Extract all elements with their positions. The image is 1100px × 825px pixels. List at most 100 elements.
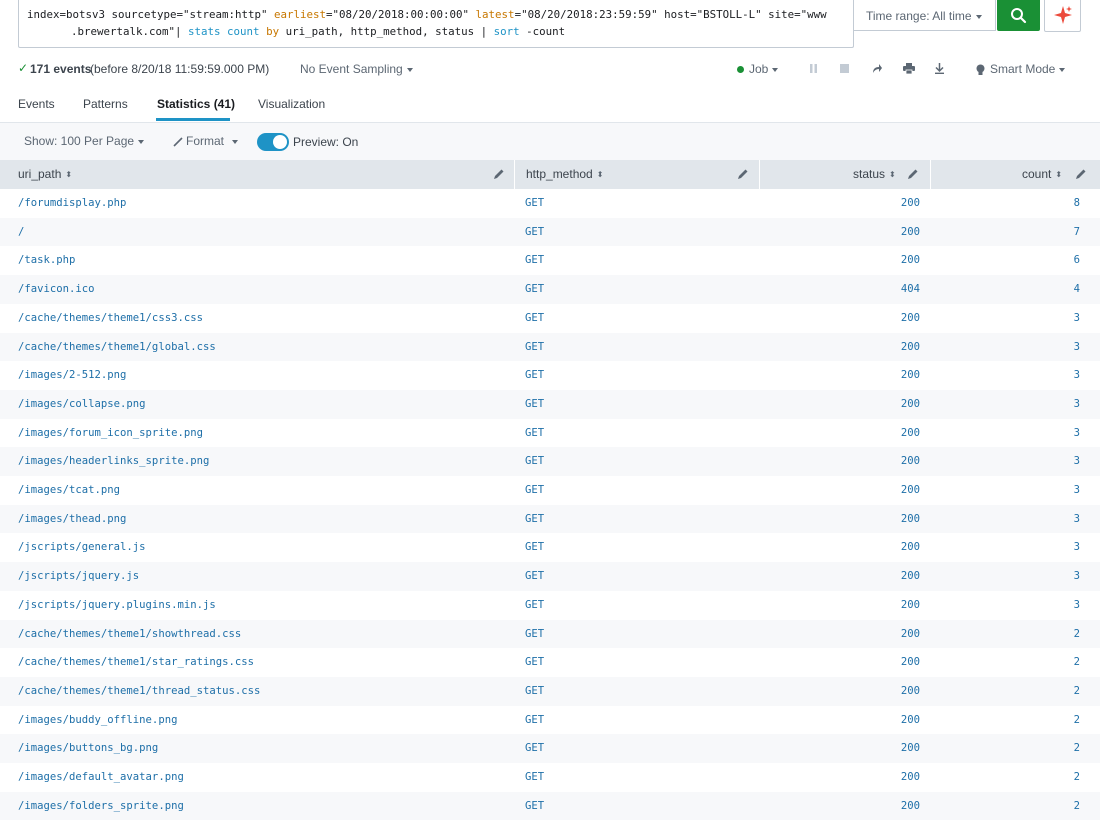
status-cell[interactable]: 200 — [760, 189, 920, 218]
count-cell[interactable]: 3 — [930, 533, 1080, 562]
share-icon[interactable] — [872, 63, 883, 74]
count-cell[interactable]: 2 — [930, 734, 1080, 763]
http-method-cell[interactable]: GET — [525, 246, 544, 275]
uri-path-cell[interactable]: /images/collapse.png — [18, 390, 146, 419]
http-method-cell[interactable]: GET — [525, 333, 544, 362]
count-cell[interactable]: 3 — [930, 476, 1080, 505]
http-method-cell[interactable]: GET — [525, 591, 544, 620]
count-cell[interactable]: 4 — [930, 275, 1080, 304]
status-cell[interactable]: 200 — [760, 246, 920, 275]
uri-path-cell[interactable]: /favicon.ico — [18, 275, 95, 304]
uri-path-cell[interactable]: /cache/themes/theme1/showthread.css — [18, 620, 241, 649]
column-header-count[interactable]: count ⬍ — [1022, 160, 1062, 189]
uri-path-cell[interactable]: /jscripts/jquery.js — [18, 562, 139, 591]
count-cell[interactable]: 6 — [930, 246, 1080, 275]
http-method-cell[interactable]: GET — [525, 792, 544, 821]
count-cell[interactable]: 2 — [930, 706, 1080, 735]
column-header-status[interactable]: status ⬍ — [853, 160, 896, 189]
uri-path-cell[interactable]: /images/thead.png — [18, 505, 126, 534]
tab-events[interactable]: Events — [18, 97, 55, 111]
tab-statistics[interactable]: Statistics (41) — [157, 97, 235, 111]
uri-path-cell[interactable]: /images/forum_icon_sprite.png — [18, 419, 203, 448]
uri-path-cell[interactable]: /jscripts/general.js — [18, 533, 146, 562]
preview-toggle[interactable] — [257, 133, 289, 151]
stop-icon[interactable] — [840, 64, 849, 73]
count-cell[interactable]: 3 — [930, 361, 1080, 390]
column-header-uri-path[interactable]: uri_path ⬍ — [18, 160, 72, 189]
format-dropdown[interactable]: Format — [173, 134, 239, 148]
count-cell[interactable]: 3 — [930, 419, 1080, 448]
count-cell[interactable]: 7 — [930, 218, 1080, 247]
uri-path-cell[interactable]: /images/headerlinks_sprite.png — [18, 447, 209, 476]
count-cell[interactable]: 2 — [930, 792, 1080, 821]
http-method-cell[interactable]: GET — [525, 476, 544, 505]
count-cell[interactable]: 3 — [930, 562, 1080, 591]
status-cell[interactable]: 200 — [760, 361, 920, 390]
http-method-cell[interactable]: GET — [525, 390, 544, 419]
tab-visualization[interactable]: Visualization — [258, 97, 325, 111]
count-cell[interactable]: 2 — [930, 677, 1080, 706]
job-menu[interactable]: Job — [737, 62, 779, 76]
http-method-cell[interactable]: GET — [525, 706, 544, 735]
search-query-input[interactable]: index=botsv3 sourcetype="stream:http" ea… — [18, 0, 854, 48]
status-cell[interactable]: 200 — [760, 476, 920, 505]
count-cell[interactable]: 3 — [930, 447, 1080, 476]
print-icon[interactable] — [903, 63, 915, 74]
http-method-cell[interactable]: GET — [525, 677, 544, 706]
uri-path-cell[interactable]: /task.php — [18, 246, 75, 275]
status-cell[interactable]: 200 — [760, 562, 920, 591]
count-cell[interactable]: 8 — [930, 189, 1080, 218]
count-cell[interactable]: 2 — [930, 763, 1080, 792]
http-method-cell[interactable]: GET — [525, 505, 544, 534]
search-mode-dropdown[interactable]: Smart Mode — [976, 62, 1066, 76]
uri-path-cell[interactable]: /images/2-512.png — [18, 361, 126, 390]
http-method-cell[interactable]: GET — [525, 734, 544, 763]
status-cell[interactable]: 200 — [760, 333, 920, 362]
status-cell[interactable]: 200 — [760, 505, 920, 534]
status-cell[interactable]: 200 — [760, 734, 920, 763]
http-method-cell[interactable]: GET — [525, 304, 544, 333]
status-cell[interactable]: 200 — [760, 533, 920, 562]
count-cell[interactable]: 3 — [930, 390, 1080, 419]
pause-icon[interactable] — [809, 64, 818, 73]
edit-column-icon[interactable] — [1075, 168, 1087, 180]
count-cell[interactable]: 2 — [930, 648, 1080, 677]
status-cell[interactable]: 200 — [760, 620, 920, 649]
count-cell[interactable]: 3 — [930, 304, 1080, 333]
column-header-http-method[interactable]: http_method ⬍ — [526, 160, 603, 189]
status-cell[interactable]: 200 — [760, 763, 920, 792]
uri-path-cell[interactable]: /jscripts/jquery.plugins.min.js — [18, 591, 216, 620]
http-method-cell[interactable]: GET — [525, 763, 544, 792]
status-cell[interactable]: 200 — [760, 218, 920, 247]
uri-path-cell[interactable]: /images/folders_sprite.png — [18, 792, 184, 821]
edit-column-icon[interactable] — [493, 168, 505, 180]
count-cell[interactable]: 3 — [930, 505, 1080, 534]
uri-path-cell[interactable]: /cache/themes/theme1/thread_status.css — [18, 677, 260, 706]
uri-path-cell[interactable]: / — [18, 218, 24, 247]
uri-path-cell[interactable]: /images/buttons_bg.png — [18, 734, 158, 763]
uri-path-cell[interactable]: /cache/themes/theme1/global.css — [18, 333, 216, 362]
http-method-cell[interactable]: GET — [525, 189, 544, 218]
export-icon[interactable] — [934, 63, 945, 74]
count-cell[interactable]: 3 — [930, 333, 1080, 362]
http-method-cell[interactable]: GET — [525, 361, 544, 390]
edit-column-icon[interactable] — [907, 168, 919, 180]
per-page-dropdown[interactable]: Show: 100 Per Page — [24, 134, 145, 148]
http-method-cell[interactable]: GET — [525, 620, 544, 649]
search-assistant-button[interactable] — [1044, 0, 1081, 32]
status-cell[interactable]: 200 — [760, 390, 920, 419]
events-count[interactable]: 171 events — [30, 62, 91, 76]
http-method-cell[interactable]: GET — [525, 275, 544, 304]
http-method-cell[interactable]: GET — [525, 447, 544, 476]
uri-path-cell[interactable]: /images/default_avatar.png — [18, 763, 184, 792]
edit-column-icon[interactable] — [737, 168, 749, 180]
status-cell[interactable]: 404 — [760, 275, 920, 304]
event-sampling-dropdown[interactable]: No Event Sampling — [300, 62, 413, 76]
status-cell[interactable]: 200 — [760, 648, 920, 677]
uri-path-cell[interactable]: /cache/themes/theme1/star_ratings.css — [18, 648, 254, 677]
search-button[interactable] — [997, 0, 1040, 31]
tab-patterns[interactable]: Patterns — [83, 97, 128, 111]
status-cell[interactable]: 200 — [760, 591, 920, 620]
uri-path-cell[interactable]: /forumdisplay.php — [18, 189, 126, 218]
status-cell[interactable]: 200 — [760, 304, 920, 333]
